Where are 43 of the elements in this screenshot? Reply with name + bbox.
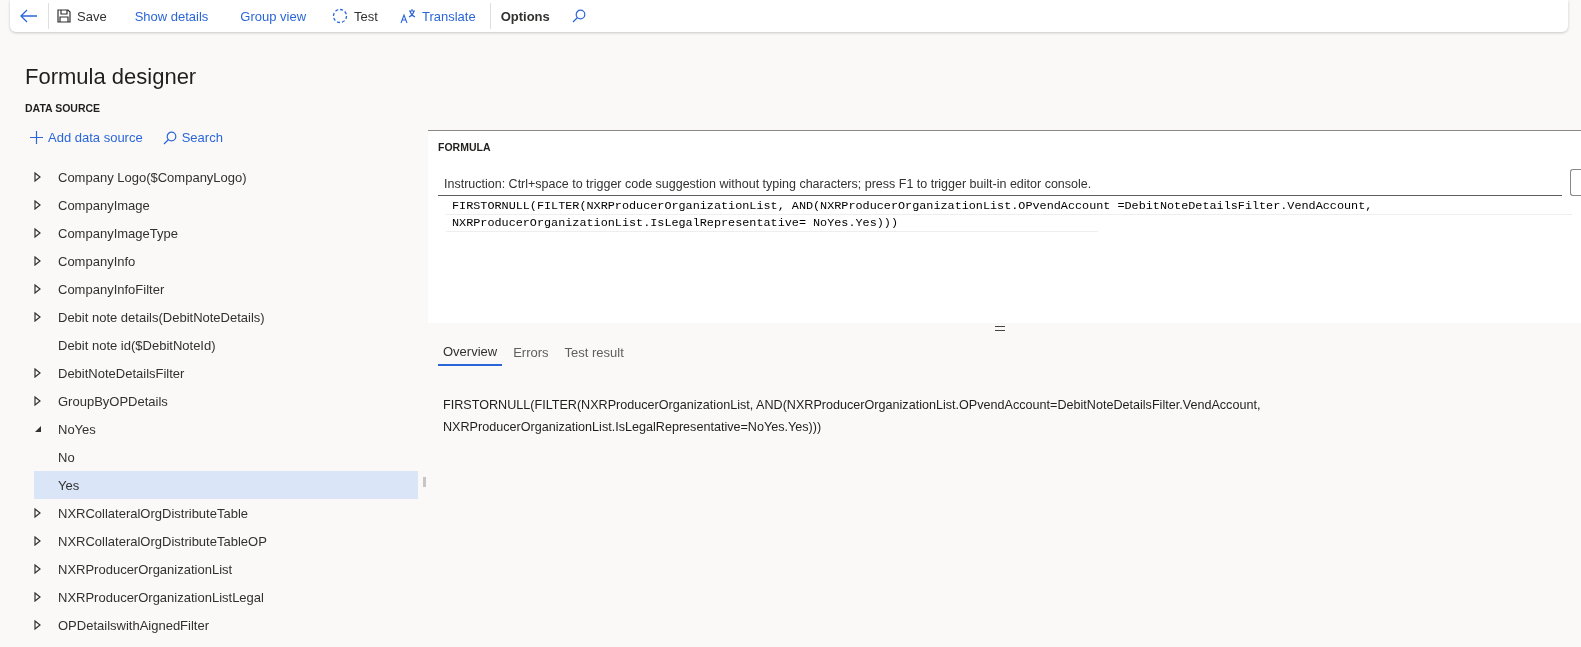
tree-item[interactable]: Debit note details(DebitNoteDetails)	[34, 303, 418, 331]
splitter-handle-icon[interactable]	[995, 326, 1005, 331]
tree-item[interactable]: CompanyImageType	[34, 219, 418, 247]
translate-icon	[399, 8, 416, 24]
section-heading: DATA SOURCE	[25, 102, 102, 114]
tree-item[interactable]: NoYes	[34, 415, 418, 443]
test-button[interactable]: Test	[324, 1, 392, 31]
tree-item[interactable]: Company Logo($CompanyLogo)	[34, 163, 418, 191]
side-button[interactable]	[1570, 169, 1581, 196]
dashed-circle-icon	[332, 8, 349, 24]
tree-item[interactable]: DebitNoteDetailsFilter	[34, 359, 418, 387]
instruction-text: Instruction: Ctrl+space to trigger code suggestion without typing characters; press F1 to trigger built-in editor console.	[438, 177, 1562, 196]
back-arrow-icon	[20, 9, 38, 23]
page-title: Formula designer	[25, 64, 198, 90]
add-data-source-button[interactable]: Add data source	[30, 130, 143, 145]
tree-item[interactable]: Debit note id($DebitNoteId)	[34, 331, 418, 359]
tree-item[interactable]: GroupByOPDetails	[34, 387, 418, 415]
tree-item[interactable]: CompanyImage	[34, 191, 418, 219]
save-button[interactable]: Save	[49, 1, 121, 31]
save-icon	[57, 9, 71, 23]
tab[interactable]: Overview	[438, 341, 503, 366]
toolbar-link[interactable]: Show details	[120, 1, 227, 31]
tree-item[interactable]: No	[34, 443, 418, 471]
search-button[interactable]: Search	[162, 130, 223, 145]
translate-button[interactable]: Translate	[391, 1, 484, 31]
search-icon	[571, 9, 586, 23]
formula-preview: FIRSTORNULL(FILTER(NXRProducerOrganizationList, AND(NXRProducerOrganizationList.OPvendAccount=DebitNoteDetailsFilter.VendAccount, NXRProducerOrganizationList.IsLegalRepresentative=NoYes.Yes)))	[443, 397, 1262, 436]
tree-item[interactable]: NXRCollateralOrgDistributeTableOP	[34, 527, 418, 555]
tree-item[interactable]: NXRProducerOrganizationList	[34, 555, 418, 583]
section-heading: FORMULA	[438, 141, 492, 153]
tree-item[interactable]: CompanyInfoFilter	[34, 275, 418, 303]
code-editor[interactable]: FIRSTORNULL(FILTER(NXRProducerOrganizationList, AND(NXRProducerOrganizationList.OPvendAccount =DebitNoteDetailsFilter.VendAccount, NXRProducerOrganizationList.IsLegalRepresentative= NoYes.Yes)))	[446, 198, 1581, 232]
search-icon	[162, 130, 177, 145]
scrollbar-thumb[interactable]	[423, 477, 426, 487]
plus-icon	[30, 131, 43, 144]
tab[interactable]: Errors	[508, 341, 554, 366]
options-menu[interactable]: Options	[490, 1, 564, 31]
tree-item[interactable]: NXRProducerOrganizationListLegal	[34, 583, 418, 611]
tree-item[interactable]: CompanyInfo	[34, 247, 418, 275]
tab[interactable]: Test result	[559, 341, 629, 366]
tree-item[interactable]: NXRCollateralOrgDistributeTable	[34, 499, 418, 527]
toolbar-link[interactable]: Group view	[226, 1, 325, 31]
tree-item[interactable]: OPDetailswithAignedFilter	[34, 611, 418, 639]
